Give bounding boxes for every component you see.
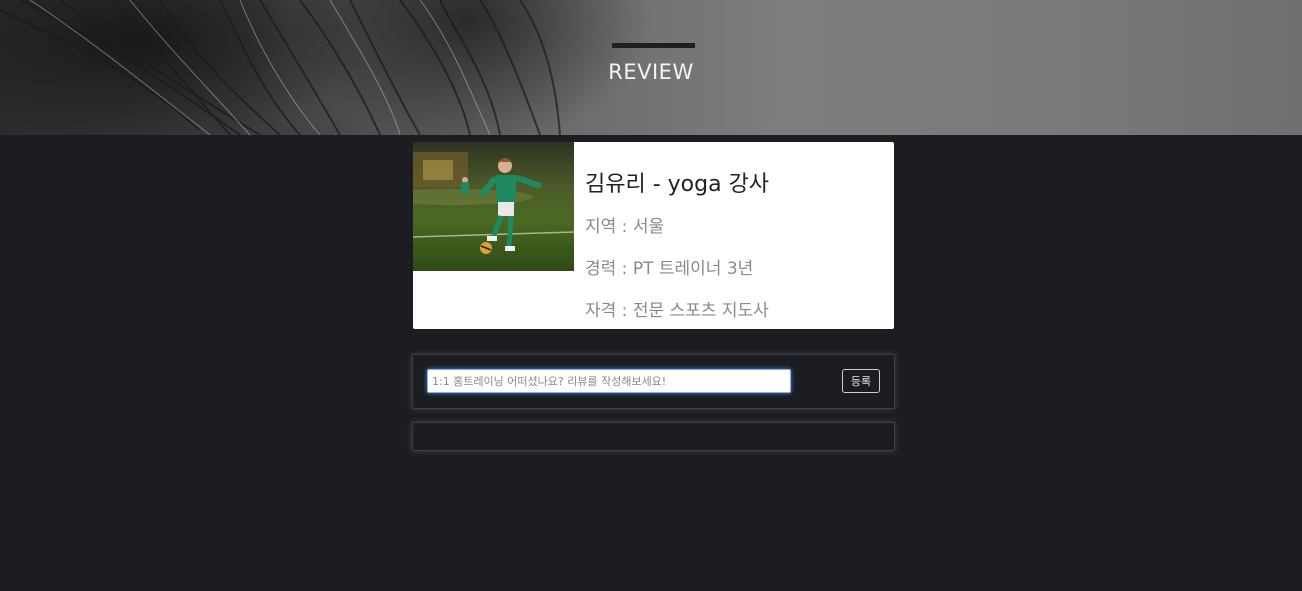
page-title: REVIEW [608,60,694,84]
review-list [412,422,895,451]
trainer-photo [413,142,574,271]
trainer-certification: 자격 : 전문 스포츠 지도사 [585,301,769,321]
submit-review-button[interactable]: 등록 [842,369,880,393]
hero-banner: REVIEW [0,0,1302,135]
trainer-region: 지역 : 서울 [585,217,665,237]
trainer-name: 김유리 - yoga 강사 [585,172,770,197]
review-form: 등록 [412,354,895,409]
review-input[interactable] [427,369,791,393]
trainer-profile-card: 김유리 - yoga 강사 지역 : 서울 경력 : PT 트레이너 3년 자격… [413,142,894,329]
soccer-kid-photo-icon [413,142,574,271]
title-accent-bar [612,43,695,48]
trainer-career: 경력 : PT 트레이너 3년 [585,259,754,279]
